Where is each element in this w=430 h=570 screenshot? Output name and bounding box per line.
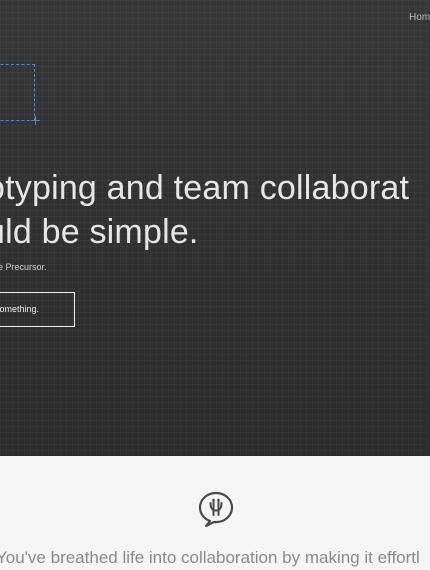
hero-credit: ade Precursor. [0, 262, 47, 272]
page: Home otyping and team collaborat uld be … [0, 0, 430, 570]
selection-box [0, 64, 35, 121]
hero-section: Home otyping and team collaborat uld be … [0, 0, 430, 456]
testimonial-quote: You've breathed life into collaboration … [0, 548, 420, 567]
cta-button[interactable]: omething. [0, 292, 75, 327]
hero-headline: otyping and team collaborat uld be simpl… [0, 166, 409, 254]
resize-handle-icon[interactable] [31, 116, 40, 125]
nav-home-link[interactable]: Home [409, 12, 430, 23]
speech-bubble-icon [198, 491, 234, 527]
hero-headline-line-2: uld be simple. [0, 213, 199, 251]
hero-headline-line-1: otyping and team collaborat [0, 169, 410, 207]
